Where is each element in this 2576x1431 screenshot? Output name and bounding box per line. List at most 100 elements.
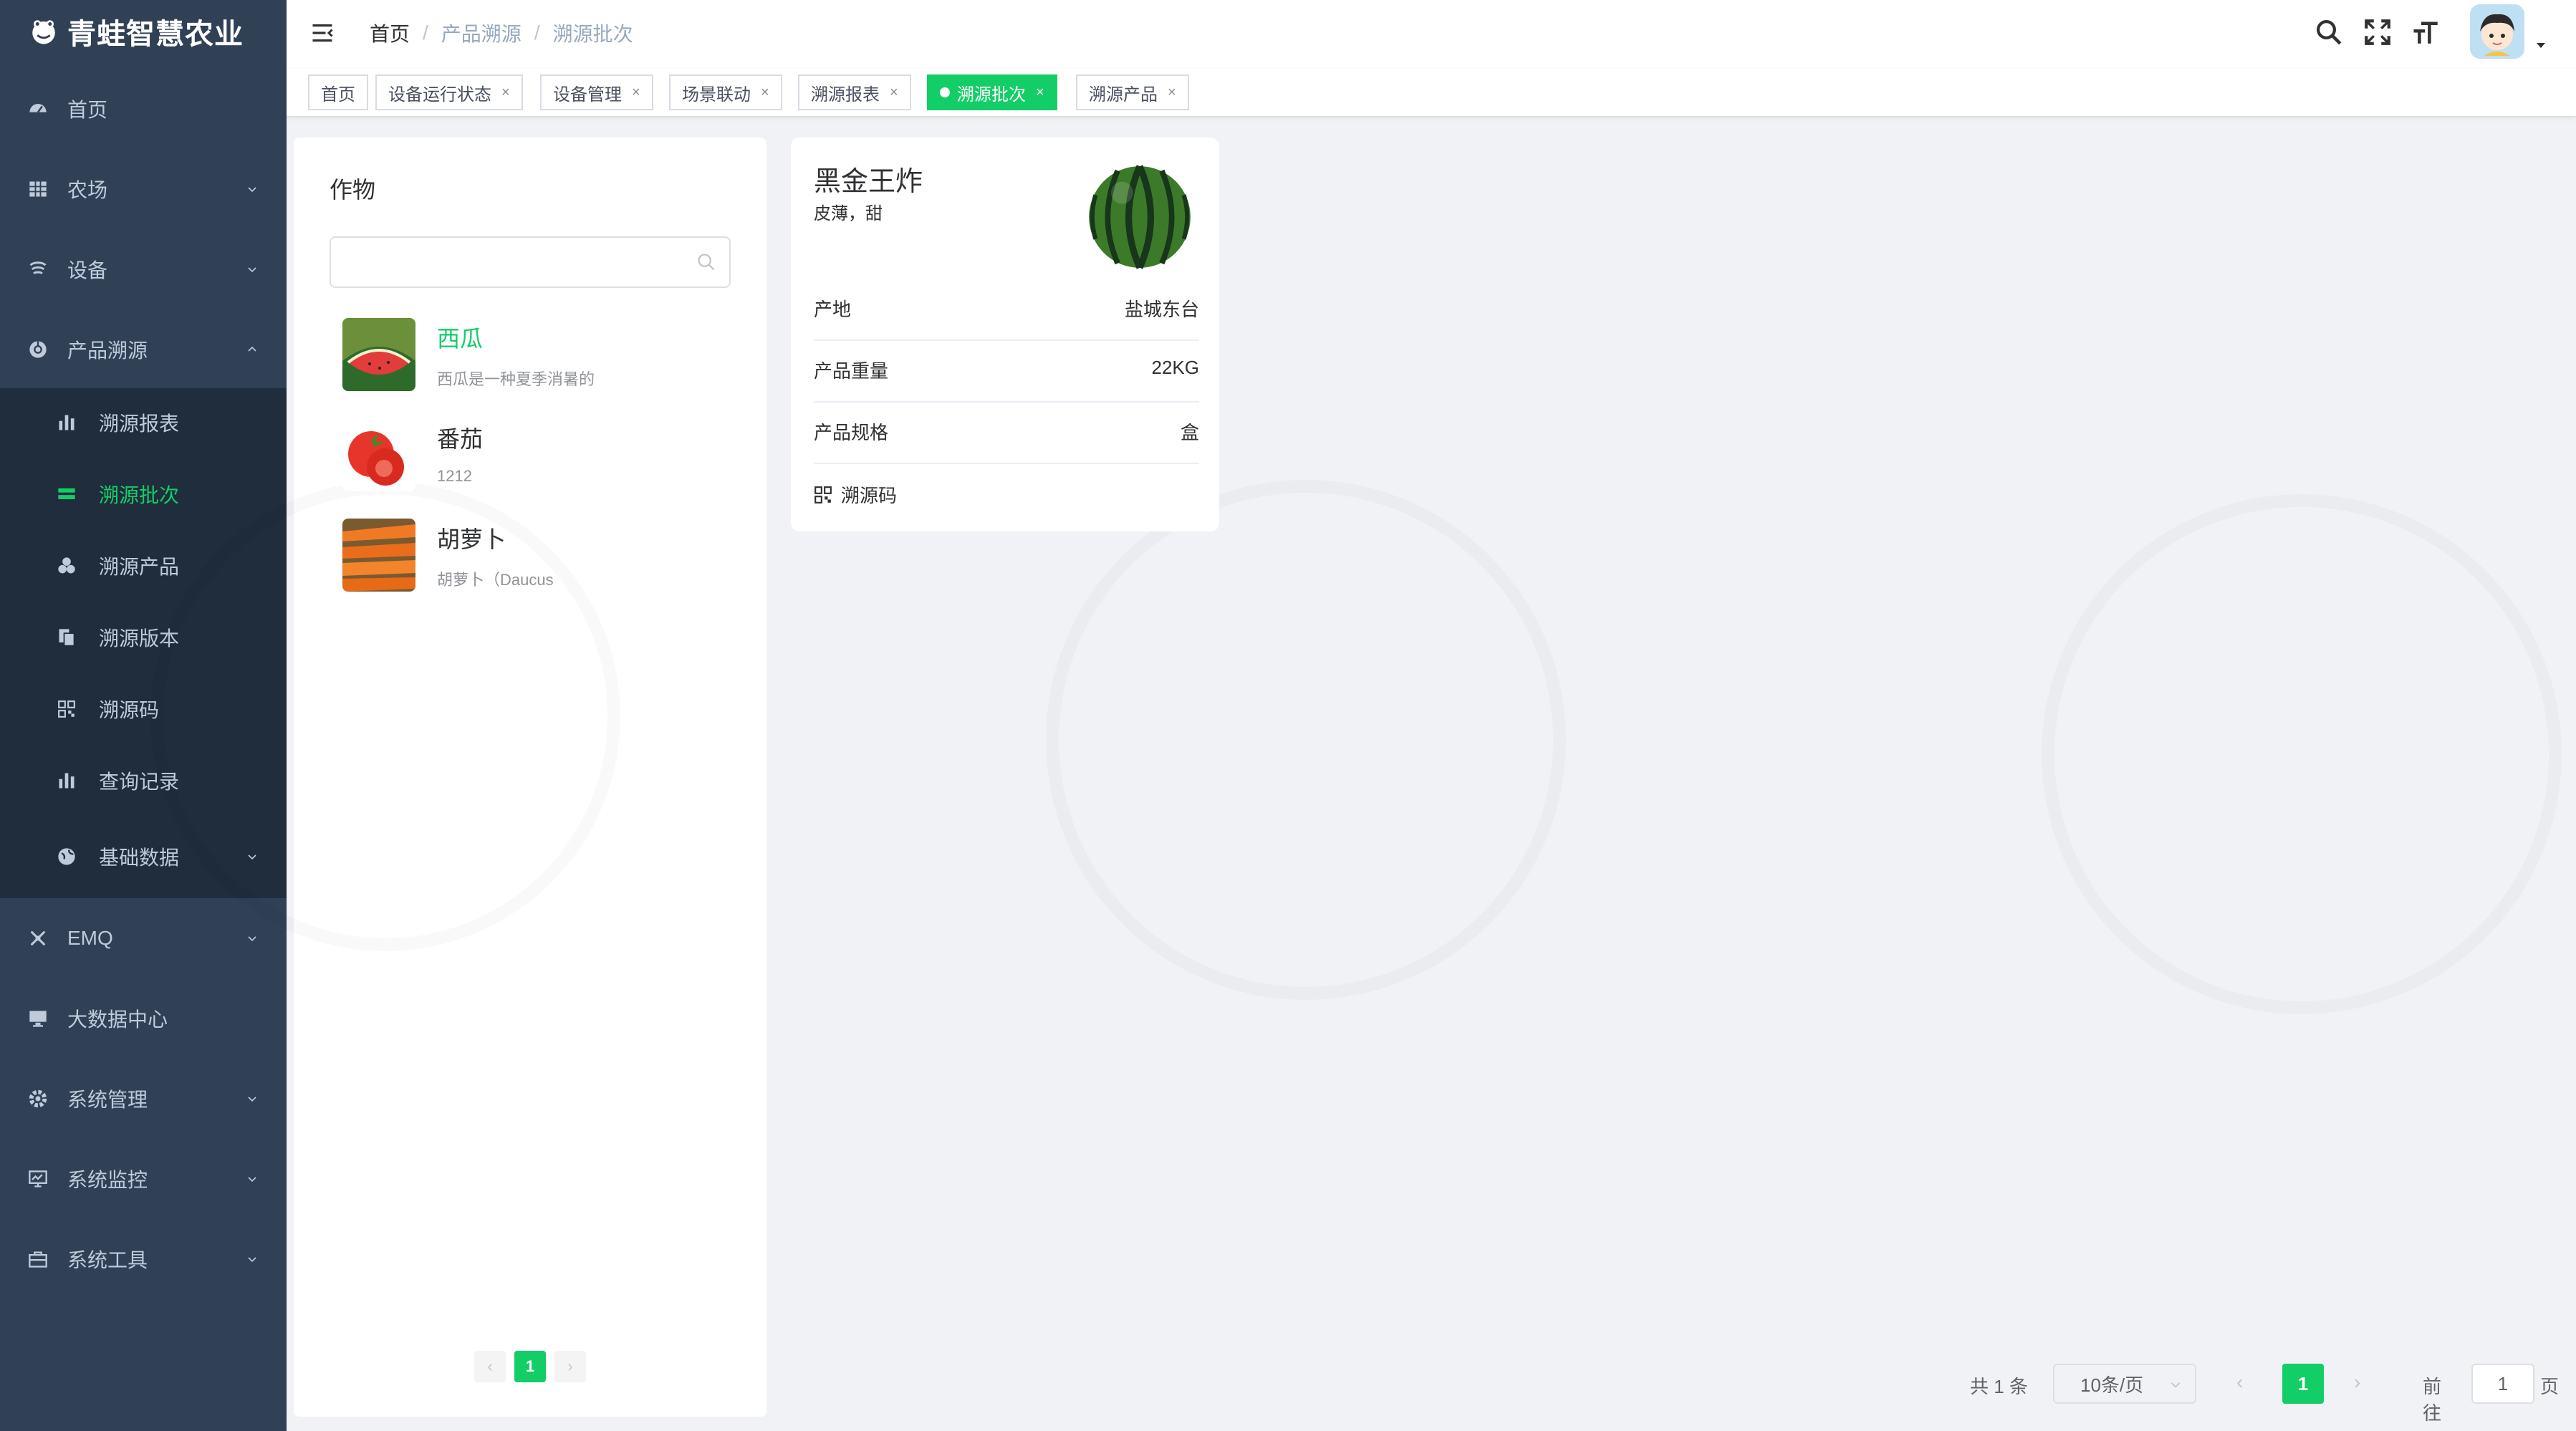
crop-item-watermelon[interactable]: 西瓜 西瓜是一种夏季消暑的 xyxy=(342,318,744,397)
goto-page-input[interactable] xyxy=(2471,1364,2534,1404)
sidebar-subitem-trace-report[interactable]: 溯源报表 xyxy=(0,387,287,458)
avatar[interactable] xyxy=(2470,4,2524,59)
sidebar-item-system-manage[interactable]: 系统管理 xyxy=(0,1061,287,1136)
detail-row-origin: 产地 盐城东台 xyxy=(814,279,1199,341)
qrcode-icon xyxy=(56,698,77,720)
sidebar-item-bigdata[interactable]: 大数据中心 xyxy=(0,981,287,1056)
total-count: 共 1 条 xyxy=(1970,1376,2028,1397)
close-icon[interactable]: × xyxy=(761,85,769,101)
breadcrumb-separator: / xyxy=(423,21,428,44)
dashboard-icon xyxy=(27,98,49,120)
crop-item-tomato[interactable]: 番茄 1212 xyxy=(342,418,744,497)
next-page-button[interactable]: › xyxy=(2354,1371,2360,1394)
tomato-thumbnail xyxy=(342,418,415,491)
chevron-down-icon xyxy=(248,1177,256,1182)
breadcrumb-item: 溯源批次 xyxy=(552,23,633,45)
page-size-select[interactable]: 10条/页 xyxy=(2053,1364,2196,1404)
sidebar-item-label: 首页 xyxy=(67,99,108,121)
search-icon[interactable] xyxy=(2314,17,2344,47)
tag-label: 溯源批次 xyxy=(957,85,1026,105)
fullscreen-icon[interactable] xyxy=(2363,17,2393,47)
product-subtitle: 皮薄，甜 xyxy=(814,204,883,223)
chevron-down-icon xyxy=(248,187,256,193)
sidebar-item-emq[interactable]: EMQ xyxy=(0,901,287,975)
app-title: 青蛙智慧农业 xyxy=(67,19,244,50)
grid-icon xyxy=(27,178,49,200)
sidebar-item-label: 大数据中心 xyxy=(67,1008,168,1031)
hamburger-icon[interactable] xyxy=(309,20,335,46)
tag-label: 溯源产品 xyxy=(1089,85,1158,105)
goto-unit: 页 xyxy=(2540,1376,2560,1397)
globe-icon xyxy=(56,846,77,867)
detail-label: 产地 xyxy=(814,299,852,320)
tag-label: 设备运行状态 xyxy=(388,85,491,105)
prev-page-button[interactable]: ‹ xyxy=(474,1351,506,1382)
page-number-button[interactable]: 1 xyxy=(2282,1364,2324,1404)
next-page-button[interactable]: › xyxy=(554,1351,586,1382)
font-size-icon[interactable] xyxy=(2411,17,2441,47)
tag-trace-batch[interactable]: 溯源批次 × xyxy=(927,74,1057,110)
tag-device-manage[interactable]: 设备管理 × xyxy=(540,74,653,110)
app-logo[interactable]: 青蛙智慧农业 xyxy=(0,0,287,63)
bar-chart-icon xyxy=(56,770,77,791)
qrcode-icon xyxy=(814,486,832,504)
batch-detail-card[interactable]: 黑金王炸 皮薄，甜 产地 盐城东台 产品重量 22KG 产品规格 盒 溯源码 xyxy=(791,138,1219,531)
chevron-down-icon xyxy=(248,1097,256,1102)
crop-item-carrot[interactable]: 胡萝卜 胡萝卜（Daucus xyxy=(342,519,744,597)
tag-trace-report[interactable]: 溯源报表 × xyxy=(798,74,911,110)
sidebar-item-product-trace[interactable]: 产品溯源 xyxy=(0,312,287,387)
watermelon-image xyxy=(1089,165,1191,269)
product-name: 黑金王炸 xyxy=(814,167,923,197)
toolbox-icon xyxy=(27,1248,49,1270)
tag-device-status[interactable]: 设备运行状态 × xyxy=(375,74,523,110)
panel-title: 作物 xyxy=(330,177,376,203)
tags-view: 首页 设备运行状态 × 设备管理 × 场景联动 × 溯源报表 × 溯源批次 × … xyxy=(287,69,2576,117)
tag-label: 场景联动 xyxy=(682,85,751,105)
tag-trace-product[interactable]: 溯源产品 × xyxy=(1076,74,1189,110)
sidebar-item-device[interactable]: 设备 xyxy=(0,232,287,307)
detail-value: 盒 xyxy=(1180,422,1199,443)
tag-label: 溯源报表 xyxy=(811,85,880,105)
close-icon[interactable]: × xyxy=(501,85,510,101)
tag-scene-linkage[interactable]: 场景联动 × xyxy=(669,74,782,110)
trace-code-label: 溯源码 xyxy=(841,485,898,506)
product-icon xyxy=(56,555,77,577)
monitor-icon xyxy=(27,1008,49,1029)
trace-icon xyxy=(27,339,49,360)
detail-row-weight: 产品重量 22KG xyxy=(814,341,1199,403)
page-number-button[interactable]: 1 xyxy=(514,1351,546,1382)
tag-home[interactable]: 首页 xyxy=(308,74,368,110)
tag-label: 首页 xyxy=(321,85,355,105)
sidebar-item-label: 溯源产品 xyxy=(99,556,180,578)
monitor-chart-icon xyxy=(27,1168,49,1190)
sidebar-item-label: 溯源批次 xyxy=(99,484,180,506)
carrot-thumbnail xyxy=(342,519,415,592)
copy-icon xyxy=(56,627,77,648)
prev-page-button[interactable]: ‹ xyxy=(2236,1371,2243,1394)
sidebar-item-system-tools[interactable]: 系统工具 xyxy=(0,1222,287,1296)
crop-description: 胡萝卜（Daucus xyxy=(437,571,554,589)
device-icon xyxy=(27,259,49,280)
detail-value: 22KG xyxy=(1151,357,1200,378)
crop-search-input[interactable] xyxy=(330,236,731,288)
trace-code-link[interactable]: 溯源码 xyxy=(814,481,897,508)
close-icon[interactable]: × xyxy=(632,85,640,101)
close-icon[interactable]: × xyxy=(1036,85,1044,101)
close-icon[interactable]: × xyxy=(1168,85,1176,101)
sidebar-item-home[interactable]: 首页 xyxy=(0,72,287,146)
breadcrumb: 首页 / 产品溯源 / 溯源批次 xyxy=(370,19,633,47)
sidebar-item-system-monitor[interactable]: 系统监控 xyxy=(0,1142,287,1216)
emq-icon xyxy=(27,928,49,949)
crop-panel: 作物 西瓜 西瓜是一种夏季消暑的 番茄 1212 胡萝卜 胡萝卜（Daucus … xyxy=(294,138,766,1417)
active-dot-icon xyxy=(940,87,950,97)
caret-down-icon[interactable] xyxy=(2534,40,2547,50)
breadcrumb-separator: / xyxy=(534,21,540,44)
sidebar-item-farm[interactable]: 农场 xyxy=(0,152,287,226)
sidebar-subitem-trace-batch[interactable]: 溯源批次 xyxy=(0,458,287,530)
gear-icon xyxy=(27,1088,49,1109)
close-icon[interactable]: × xyxy=(890,85,898,101)
crop-name: 胡萝卜 xyxy=(437,526,506,552)
breadcrumb-item[interactable]: 首页 xyxy=(370,19,410,47)
sidebar-item-label: 农场 xyxy=(67,179,108,201)
chevron-down-icon xyxy=(2171,1382,2181,1388)
